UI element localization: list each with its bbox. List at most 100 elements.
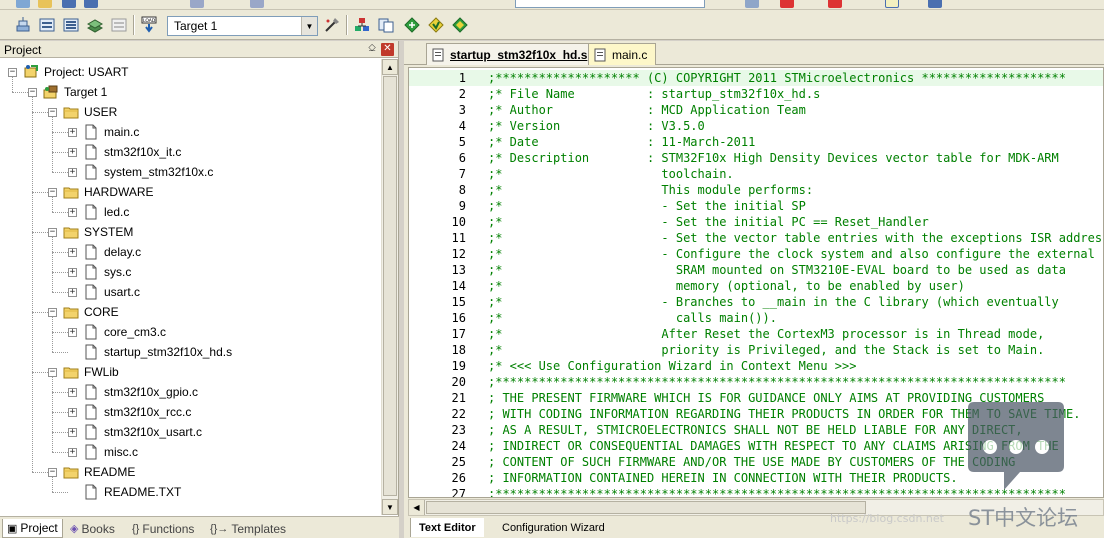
tree-file-item[interactable]: startup_stm32f10x_hd.s	[68, 342, 232, 362]
code-line[interactable]: 15 ;* - Branches to __main in the C libra…	[409, 294, 1103, 310]
select-packs-icon[interactable]	[402, 15, 422, 35]
manage-project-icon[interactable]	[352, 15, 372, 35]
expand-icon[interactable]: +	[68, 427, 77, 437]
expand-icon[interactable]: +	[68, 387, 77, 397]
stop-build-icon[interactable]	[109, 15, 129, 35]
code-line[interactable]: 7 ;* toolchain.	[409, 166, 1103, 182]
tree-file-item[interactable]: + delay.c	[68, 242, 141, 262]
tree-file-item[interactable]: + misc.c	[68, 442, 138, 462]
tab-startup-file[interactable]: startup_stm32f10x_hd.s	[426, 43, 597, 65]
target-options-icon[interactable]	[322, 15, 342, 35]
tree-file-item[interactable]: + system_stm32f10x.c	[68, 162, 213, 182]
expand-icon[interactable]: +	[68, 287, 77, 297]
collapse-icon[interactable]: −	[8, 67, 17, 77]
code-line[interactable]: 1 ;******************** (C) COPYRIGHT 201…	[409, 70, 1103, 86]
tree-folder-item[interactable]: − SYSTEM	[48, 222, 133, 242]
code-line[interactable]: 4 ;* Version : V3.5.0	[409, 118, 1103, 134]
find-icon[interactable]	[745, 0, 759, 8]
open-file-icon[interactable]	[38, 0, 52, 8]
tree-file-item[interactable]: README.TXT	[68, 482, 181, 502]
tree-folder-item[interactable]: − USER	[48, 102, 117, 122]
code-line[interactable]: 19 ;* <<< Use Configuration Wizard in Con…	[409, 358, 1103, 374]
code-line[interactable]: 13 ;* SRAM mounted on STM3210E-EVAL board…	[409, 262, 1103, 278]
code-line[interactable]: 3 ;* Author : MCD Application Team	[409, 102, 1103, 118]
tab-main-c[interactable]: main.c	[588, 43, 657, 65]
scroll-left-icon[interactable]: ◀	[409, 500, 425, 515]
expand-icon[interactable]: +	[68, 247, 77, 257]
scroll-down-icon[interactable]: ▼	[382, 499, 398, 515]
rebuild-icon[interactable]	[61, 15, 81, 35]
tree-file-item[interactable]: + main.c	[68, 122, 139, 142]
tab-templates[interactable]: {}→ Templates	[206, 519, 290, 538]
new-file-icon[interactable]	[16, 0, 30, 8]
tree-target-item[interactable]: − Target 1	[28, 82, 107, 102]
code-line[interactable]: 11 ;* - Set the vector table entries with…	[409, 230, 1103, 246]
tree-file-item[interactable]: + led.c	[68, 202, 129, 222]
collapse-icon[interactable]: −	[48, 467, 57, 477]
tree-file-item[interactable]: + stm32f10x_it.c	[68, 142, 181, 162]
code-line[interactable]: 5 ;* Date : 11-March-2011	[409, 134, 1103, 150]
collapse-icon[interactable]: −	[48, 307, 57, 317]
collapse-icon[interactable]: −	[28, 87, 37, 97]
chevron-down-icon[interactable]: ▼	[301, 17, 317, 35]
collapse-icon[interactable]: −	[48, 107, 57, 117]
tab-books[interactable]: ◈ Books	[66, 519, 119, 538]
tree-file-item[interactable]: + stm32f10x_usart.c	[68, 422, 202, 442]
code-line[interactable]: 20 ;*************************************…	[409, 374, 1103, 390]
tools-icon[interactable]	[928, 0, 942, 8]
tab-project[interactable]: ▣ Project	[2, 519, 63, 538]
expand-icon[interactable]: +	[68, 167, 77, 177]
tree-file-item[interactable]: + usart.c	[68, 282, 140, 302]
expand-icon[interactable]: +	[68, 407, 77, 417]
expand-icon[interactable]: +	[68, 207, 77, 217]
code-line[interactable]: 6 ;* Description : STM32F10x High Density…	[409, 150, 1103, 166]
collapse-icon[interactable]: −	[48, 227, 57, 237]
tab-functions[interactable]: {} Functions	[128, 519, 198, 538]
build-icon[interactable]	[37, 15, 57, 35]
tree-file-item[interactable]: + core_cm3.c	[68, 322, 166, 342]
code-line[interactable]: 17 ;* After Reset the CortexM3 processor …	[409, 326, 1103, 342]
tab-configuration-wizard[interactable]: Configuration Wizard	[494, 518, 613, 537]
debug-start-icon[interactable]	[780, 0, 794, 8]
tree-folder-item[interactable]: − HARDWARE	[48, 182, 154, 202]
tree-file-item[interactable]: + stm32f10x_gpio.c	[68, 382, 198, 402]
run-time-env-icon[interactable]	[450, 15, 470, 35]
tree-scrollbar[interactable]: ▲ ▼	[381, 59, 398, 515]
pack-installer-icon[interactable]	[426, 15, 446, 35]
code-line[interactable]: 14 ;* memory (optional, to be enabled by …	[409, 278, 1103, 294]
code-line[interactable]: 10 ;* - Set the initial PC == Reset_Handl…	[409, 214, 1103, 230]
hscroll-thumb[interactable]	[426, 501, 866, 514]
tree-folder-item[interactable]: − FWLib	[48, 362, 119, 382]
tree-folder-item[interactable]: − README	[48, 462, 135, 482]
translate-icon[interactable]	[13, 15, 33, 35]
code-line[interactable]: 9 ;* - Set the initial SP	[409, 198, 1103, 214]
code-line[interactable]: 16 ;* calls main()).	[409, 310, 1103, 326]
tree-project-item[interactable]: − Project: USART	[8, 62, 128, 82]
tree-file-item[interactable]: + stm32f10x_rcc.c	[68, 402, 191, 422]
tree-file-item[interactable]: + sys.c	[68, 262, 131, 282]
pin-icon[interactable]: ⎐	[368, 43, 376, 54]
code-line[interactable]: 2 ;* File Name : startup_stm32f10x_hd.s	[409, 86, 1103, 102]
code-line[interactable]: 18 ;* priority is Privileged, and the Sta…	[409, 342, 1103, 358]
scroll-thumb[interactable]	[383, 76, 397, 496]
undo-icon[interactable]	[190, 0, 204, 8]
tab-text-editor[interactable]: Text Editor	[410, 518, 484, 537]
scroll-up-icon[interactable]: ▲	[382, 59, 398, 75]
window-icon[interactable]	[885, 0, 899, 8]
expand-icon[interactable]: +	[68, 147, 77, 157]
expand-icon[interactable]: +	[68, 267, 77, 277]
save-all-icon[interactable]	[84, 0, 98, 8]
download-icon[interactable]: LOAD	[139, 15, 159, 35]
expand-icon[interactable]: +	[68, 327, 77, 337]
tree-folder-item[interactable]: − CORE	[48, 302, 119, 322]
breakpoint-icon[interactable]	[828, 0, 842, 8]
collapse-icon[interactable]: −	[48, 187, 57, 197]
code-line[interactable]: 8 ;* This module performs:	[409, 182, 1103, 198]
collapse-icon[interactable]: −	[48, 367, 57, 377]
target-select[interactable]: Target 1 ▼	[167, 16, 318, 36]
close-icon[interactable]: ✕	[381, 43, 394, 56]
code-line[interactable]: 12 ;* - Configure the clock system and al…	[409, 246, 1103, 262]
save-icon[interactable]	[62, 0, 76, 8]
find-combo[interactable]	[515, 0, 705, 8]
batch-build-icon[interactable]	[85, 15, 105, 35]
